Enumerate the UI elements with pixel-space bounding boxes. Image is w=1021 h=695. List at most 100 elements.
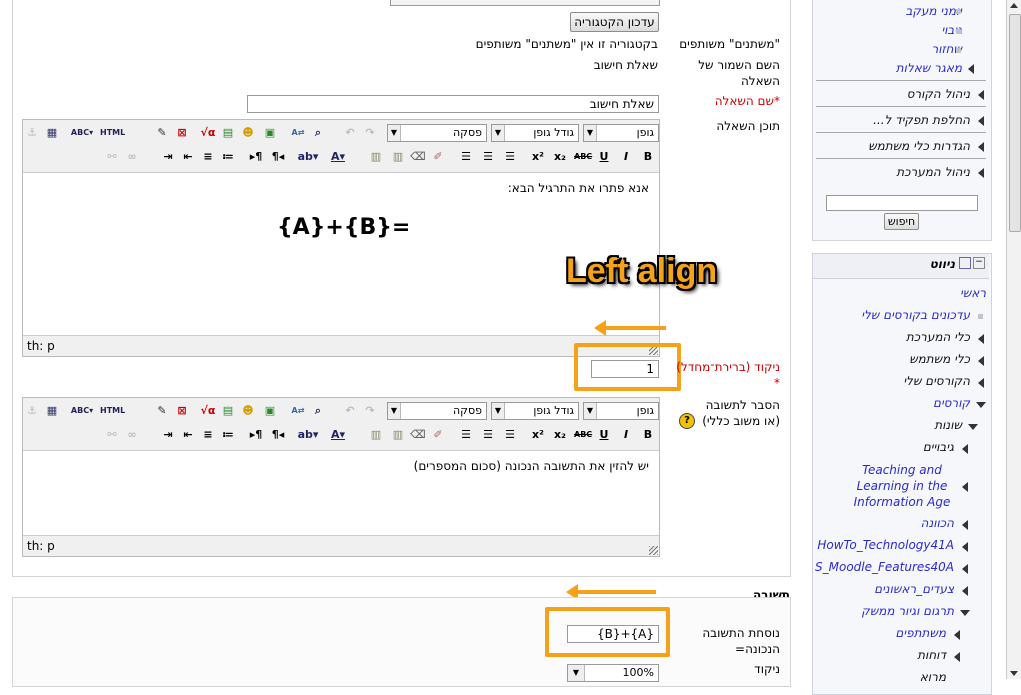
spellcheck-icon[interactable]: A⇄ (289, 124, 307, 142)
chevron-left-icon[interactable] (978, 334, 984, 344)
spell-abc-icon[interactable]: ABC▾ (69, 402, 95, 420)
italic-icon[interactable]: I (617, 148, 635, 166)
redo-icon[interactable]: ↷ (361, 124, 379, 142)
math-icon[interactable]: √α (199, 124, 217, 142)
undo-icon[interactable]: ↶ (341, 402, 359, 420)
subscript-icon[interactable]: x₂ (551, 426, 569, 444)
nav-item-my-courses[interactable]: הקורסים שלי (903, 374, 970, 388)
indent-icon[interactable]: ⇥ (159, 148, 177, 166)
nav-item-teaching-course[interactable]: Teaching and Learning in the Information… (850, 462, 954, 510)
answer-formula-input[interactable] (567, 625, 659, 643)
align-center-icon[interactable]: ☰ (479, 148, 497, 166)
admin-search-input[interactable] (826, 195, 978, 211)
sidebar-item-course-admin[interactable]: ניהול הקורס (907, 87, 970, 101)
nav-item-my-updates[interactable]: עדכונים בקורסים שלי (861, 308, 970, 322)
feedback-content[interactable]: יש להזין את התשובה הנכונה (סכום המספרים) (23, 451, 659, 535)
anchor-icon[interactable]: ⚓ (23, 124, 41, 142)
superscript-icon[interactable]: x² (529, 426, 547, 444)
table-icon[interactable]: ▦ (43, 124, 61, 142)
image-icon[interactable]: ▣ (261, 124, 279, 142)
image-icon[interactable]: ▣ (261, 402, 279, 420)
rtl-icon[interactable]: ¶◂ (269, 426, 287, 444)
scroll-thumb[interactable] (1009, 14, 1021, 232)
chevron-down-icon[interactable] (968, 424, 978, 430)
chevron-left-icon[interactable] (962, 564, 968, 574)
chevron-left-icon[interactable] (962, 444, 968, 454)
chevron-left-icon[interactable] (962, 542, 968, 552)
number-list-icon[interactable]: ≡ (199, 426, 217, 444)
nav-item-backups[interactable]: גיבויים (923, 440, 954, 454)
font-select[interactable]: גופן ▼ (583, 124, 659, 142)
help-icon[interactable]: ? (679, 413, 695, 429)
resize-handle-icon[interactable] (649, 546, 658, 555)
unlink-icon[interactable]: ⚯ (103, 426, 121, 444)
italic-icon[interactable]: I (617, 426, 635, 444)
sidebar-item-user-settings[interactable]: הגדרות כלי משתמש (868, 139, 970, 153)
nav-item-howto[interactable]: HowTo_Technology41A (817, 538, 954, 552)
nav-item-reports[interactable]: דוחות (917, 648, 946, 662)
sidebar-item-switch-role[interactable]: החלפת תפקיד ל... (873, 113, 970, 127)
outdent-icon[interactable]: ⇤ (179, 426, 197, 444)
eraser-icon[interactable]: ⌫ (409, 426, 427, 444)
bullet-list-icon[interactable]: ≔ (219, 426, 237, 444)
math-icon[interactable]: √α (199, 402, 217, 420)
chevron-left-icon[interactable] (962, 586, 968, 596)
underline-icon[interactable]: U (595, 426, 613, 444)
edit-icon[interactable]: ✎ (153, 402, 171, 420)
number-list-icon[interactable]: ≡ (199, 148, 217, 166)
chevron-left-icon[interactable] (978, 356, 984, 366)
feedback-editor[interactable]: גופן ▼ גודל גופן ▼ פסקה ▼ ↷ ↶ ⌕ A⇄ ▣ ☻ ▤ √α… (22, 397, 660, 557)
paste-icon[interactable]: ▥ (367, 426, 385, 444)
nolink-icon[interactable]: ⊠ (173, 124, 191, 142)
nav-item-misc[interactable]: שונות (934, 418, 962, 432)
html-icon[interactable]: HTML (99, 124, 125, 142)
chevron-left-icon[interactable] (978, 168, 984, 178)
indent-icon[interactable]: ⇥ (159, 426, 177, 444)
sidebar-item-logs[interactable]: יומני מעקב (905, 4, 962, 18)
admin-search-button[interactable]: חיפוש (884, 213, 919, 230)
sidebar-item-question-bank[interactable]: מאגר שאלות (896, 61, 962, 75)
font-size-select-2[interactable]: גודל גופן ▼ (491, 402, 579, 420)
chevron-left-icon[interactable] (978, 378, 984, 388)
nav-item-participants[interactable]: משתתפים (895, 626, 946, 640)
nav-item-translation[interactable]: תרגום וגיור ממשק (861, 604, 954, 618)
edit-icon[interactable]: ✎ (153, 124, 171, 142)
chevron-left-icon[interactable] (962, 520, 968, 530)
scroll-down-icon[interactable] (1010, 671, 1018, 676)
underline-icon[interactable]: U (595, 148, 613, 166)
paste-word-icon[interactable]: ▥ (389, 426, 407, 444)
dock-icon[interactable] (959, 257, 971, 269)
nav-item-courses[interactable]: קורסים (933, 396, 970, 410)
link-icon[interactable]: ∞ (123, 148, 141, 166)
update-category-button[interactable]: עדכון הקטגוריה (570, 12, 659, 32)
unlink-icon[interactable]: ⚯ (103, 148, 121, 166)
anchor-icon[interactable]: ⚓ (23, 402, 41, 420)
find-icon[interactable]: ⌕ (309, 124, 327, 142)
text-color-icon[interactable]: A▾ (325, 426, 351, 444)
format-select[interactable]: פסקה ▼ (387, 124, 487, 142)
undo-icon[interactable]: ↶ (341, 124, 359, 142)
chevron-left-icon[interactable] (978, 116, 984, 126)
rtl-icon[interactable]: ¶◂ (269, 148, 287, 166)
font-size-select[interactable]: גודל גופן ▼ (491, 124, 579, 142)
scroll-up-icon[interactable] (1010, 3, 1018, 8)
spellcheck-icon[interactable]: A⇄ (289, 402, 307, 420)
collapse-icon[interactable]: − (973, 257, 985, 269)
chevron-down-icon[interactable] (976, 402, 986, 408)
superscript-icon[interactable]: x² (529, 148, 547, 166)
text-color-icon[interactable]: A▾ (325, 148, 351, 166)
media-icon[interactable]: ▤ (219, 124, 237, 142)
chevron-down-icon[interactable] (960, 610, 970, 616)
strikethrough-icon[interactable]: ABC (573, 148, 592, 166)
ltr-icon[interactable]: ▸¶ (247, 426, 265, 444)
editor-content[interactable]: אנא פתרו את התרגיל הבא: {A}+{B}= (23, 173, 659, 335)
chevron-left-icon[interactable] (954, 630, 960, 640)
nav-item-moodle-features[interactable]: S_Moodle_Features40A (815, 560, 954, 574)
bold-icon[interactable]: B (639, 148, 657, 166)
subscript-icon[interactable]: x₂ (551, 148, 569, 166)
nav-item-home[interactable]: ראשי (960, 286, 986, 300)
question-name-input[interactable] (247, 95, 659, 113)
redo-icon[interactable]: ↷ (361, 402, 379, 420)
sidebar-item-site-admin[interactable]: ניהול המערכת (896, 165, 970, 179)
bullet-list-icon[interactable]: ≔ (219, 148, 237, 166)
